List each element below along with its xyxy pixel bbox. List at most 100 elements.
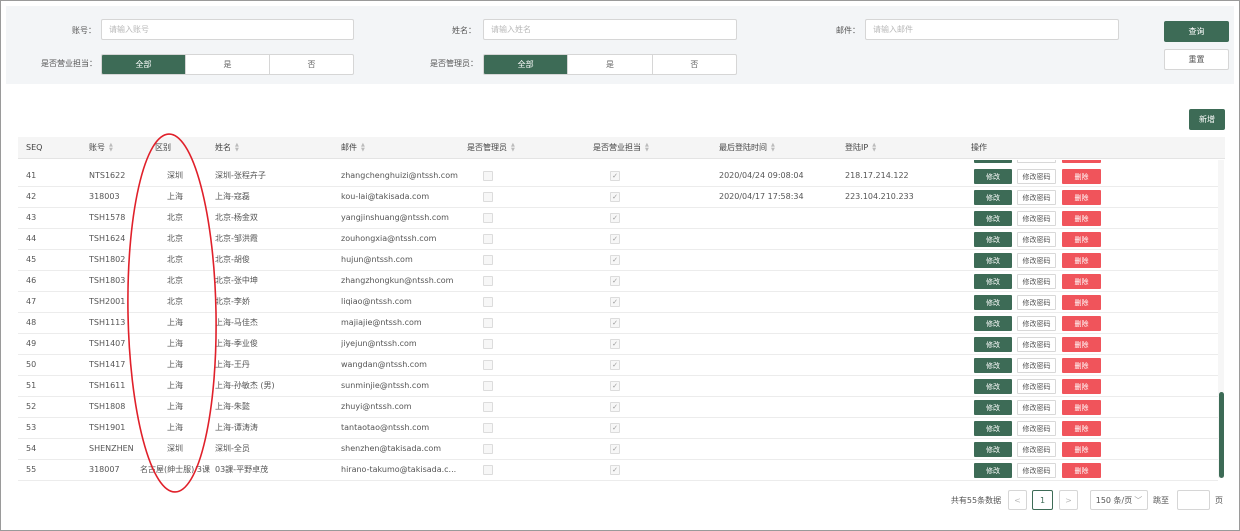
page-size-select[interactable]: 150 条/页 ﹀ xyxy=(1090,490,1148,510)
query-button[interactable]: 查询 xyxy=(1164,21,1229,42)
change-password-button[interactable]: 修改密码 xyxy=(1017,253,1056,268)
edit-button[interactable]: 修改 xyxy=(974,358,1012,373)
sort-icon[interactable]: ▲ ▼ xyxy=(872,142,876,153)
change-password-button[interactable]: 修改密码 xyxy=(1017,400,1056,415)
admin-checkbox[interactable] xyxy=(483,423,493,433)
edit-button[interactable]: 修改 xyxy=(974,190,1012,205)
admin-checkbox[interactable] xyxy=(483,276,493,286)
sales-checkbox[interactable]: ✓ xyxy=(610,276,620,286)
admin-option-all[interactable]: 全部 xyxy=(484,55,569,74)
edit-button[interactable]: 修改 xyxy=(974,211,1012,226)
delete-button[interactable]: 删除 xyxy=(1062,232,1101,247)
admin-checkbox[interactable] xyxy=(483,360,493,370)
sort-icon[interactable]: ▲ ▼ xyxy=(235,142,239,153)
change-password-button[interactable]: 修改密码 xyxy=(1017,463,1056,478)
sales-checkbox[interactable]: ✓ xyxy=(610,360,620,370)
admin-checkbox[interactable] xyxy=(483,255,493,265)
admin-checkbox[interactable] xyxy=(483,192,493,202)
admin-option-yes[interactable]: 是 xyxy=(568,55,653,74)
change-password-button[interactable]: 修改密码 xyxy=(1017,232,1056,247)
sales-checkbox[interactable]: ✓ xyxy=(610,318,620,328)
delete-button[interactable]: 删除 xyxy=(1062,421,1101,436)
edit-button[interactable]: 修改 xyxy=(974,274,1012,289)
sales-checkbox[interactable]: ✓ xyxy=(610,444,620,454)
email-filter-input[interactable] xyxy=(865,19,1119,40)
sales-checkbox[interactable]: ✓ xyxy=(610,171,620,181)
page-number-current[interactable]: 1 xyxy=(1032,490,1053,510)
admin-checkbox[interactable] xyxy=(483,381,493,391)
jump-page-input[interactable] xyxy=(1177,490,1210,510)
col-is-admin[interactable]: 是否管理员 ▲ ▼ xyxy=(467,137,515,159)
sales-checkbox[interactable]: ✓ xyxy=(610,255,620,265)
col-last-login[interactable]: 最后登陆时间 ▲ ▼ xyxy=(719,137,775,159)
sales-checkbox[interactable]: ✓ xyxy=(610,465,620,475)
edit-button[interactable]: 修改 xyxy=(974,421,1012,436)
sales-checkbox[interactable]: ✓ xyxy=(610,423,620,433)
edit-button[interactable]: 修改 xyxy=(974,442,1012,457)
sales-checkbox[interactable]: ✓ xyxy=(610,234,620,244)
delete-button[interactable]: 删除 xyxy=(1062,442,1101,457)
delete-button[interactable]: 删除 xyxy=(1062,190,1101,205)
reset-button[interactable]: 重置 xyxy=(1164,49,1229,70)
edit-button[interactable]: 修改 xyxy=(974,253,1012,268)
sales-option-no[interactable]: 否 xyxy=(270,55,353,74)
sales-checkbox[interactable]: ✓ xyxy=(610,381,620,391)
edit-button[interactable]: 修改 xyxy=(974,379,1012,394)
admin-checkbox[interactable] xyxy=(483,465,493,475)
admin-option-no[interactable]: 否 xyxy=(653,55,736,74)
table-scrollbar-thumb[interactable] xyxy=(1219,392,1224,478)
delete-button[interactable]: 删除 xyxy=(1062,253,1101,268)
col-account[interactable]: 账号 ▲ ▼ xyxy=(89,137,113,159)
delete-button[interactable]: 删除 xyxy=(1062,400,1101,415)
change-password-button[interactable]: 修改密码 xyxy=(1017,421,1056,436)
admin-checkbox[interactable] xyxy=(483,318,493,328)
change-password-button[interactable]: 修改密码 xyxy=(1017,169,1056,184)
sales-checkbox[interactable]: ✓ xyxy=(610,297,620,307)
edit-button[interactable]: 修改 xyxy=(974,232,1012,247)
delete-button[interactable]: 删除 xyxy=(1062,169,1101,184)
account-filter-input[interactable] xyxy=(101,19,354,40)
delete-button[interactable]: 删除 xyxy=(1062,295,1101,310)
sales-checkbox[interactable]: ✓ xyxy=(610,339,620,349)
admin-checkbox[interactable] xyxy=(483,171,493,181)
delete-button[interactable]: 删除 xyxy=(1062,379,1101,394)
sort-icon[interactable]: ▲ ▼ xyxy=(361,142,365,153)
change-password-button[interactable]: 修改密码 xyxy=(1017,442,1056,457)
delete-button[interactable]: 删除 xyxy=(1062,358,1101,373)
admin-checkbox[interactable] xyxy=(483,339,493,349)
change-password-button[interactable]: 修改密码 xyxy=(1017,358,1056,373)
admin-checkbox[interactable] xyxy=(483,213,493,223)
col-name[interactable]: 姓名 ▲ ▼ xyxy=(215,137,239,159)
sales-checkbox[interactable]: ✓ xyxy=(610,192,620,202)
sales-checkbox[interactable]: ✓ xyxy=(610,402,620,412)
sort-icon[interactable]: ▲ ▼ xyxy=(771,142,775,153)
sales-option-all[interactable]: 全部 xyxy=(102,55,186,74)
delete-button[interactable]: 删除 xyxy=(1062,316,1101,331)
delete-button[interactable]: 删除 xyxy=(1062,211,1101,226)
delete-button[interactable]: 删除 xyxy=(1062,463,1101,478)
admin-checkbox[interactable] xyxy=(483,234,493,244)
edit-button[interactable]: 修改 xyxy=(974,463,1012,478)
col-email[interactable]: 邮件 ▲ ▼ xyxy=(341,137,365,159)
admin-checkbox[interactable] xyxy=(483,402,493,412)
next-page-button[interactable]: > xyxy=(1059,490,1078,510)
change-password-button[interactable]: 修改密码 xyxy=(1017,190,1056,205)
edit-button[interactable]: 修改 xyxy=(974,169,1012,184)
name-filter-input[interactable] xyxy=(483,19,737,40)
delete-button[interactable]: 删除 xyxy=(1062,274,1101,289)
sort-icon[interactable]: ▲ ▼ xyxy=(511,142,515,153)
admin-checkbox[interactable] xyxy=(483,297,493,307)
sort-icon[interactable]: ▲ ▼ xyxy=(109,142,113,153)
col-is-sales[interactable]: 是否营业担当 ▲ ▼ xyxy=(593,137,649,159)
edit-button[interactable]: 修改 xyxy=(974,316,1012,331)
add-new-button[interactable]: 新增 xyxy=(1189,109,1225,130)
edit-button[interactable]: 修改 xyxy=(974,400,1012,415)
change-password-button[interactable]: 修改密码 xyxy=(1017,274,1056,289)
edit-button[interactable]: 修改 xyxy=(974,295,1012,310)
prev-page-button[interactable]: < xyxy=(1008,490,1027,510)
admin-checkbox[interactable] xyxy=(483,444,493,454)
change-password-button[interactable]: 修改密码 xyxy=(1017,211,1056,226)
change-password-button[interactable]: 修改密码 xyxy=(1017,379,1056,394)
sort-icon[interactable]: ▲ ▼ xyxy=(645,142,649,153)
change-password-button[interactable]: 修改密码 xyxy=(1017,316,1056,331)
